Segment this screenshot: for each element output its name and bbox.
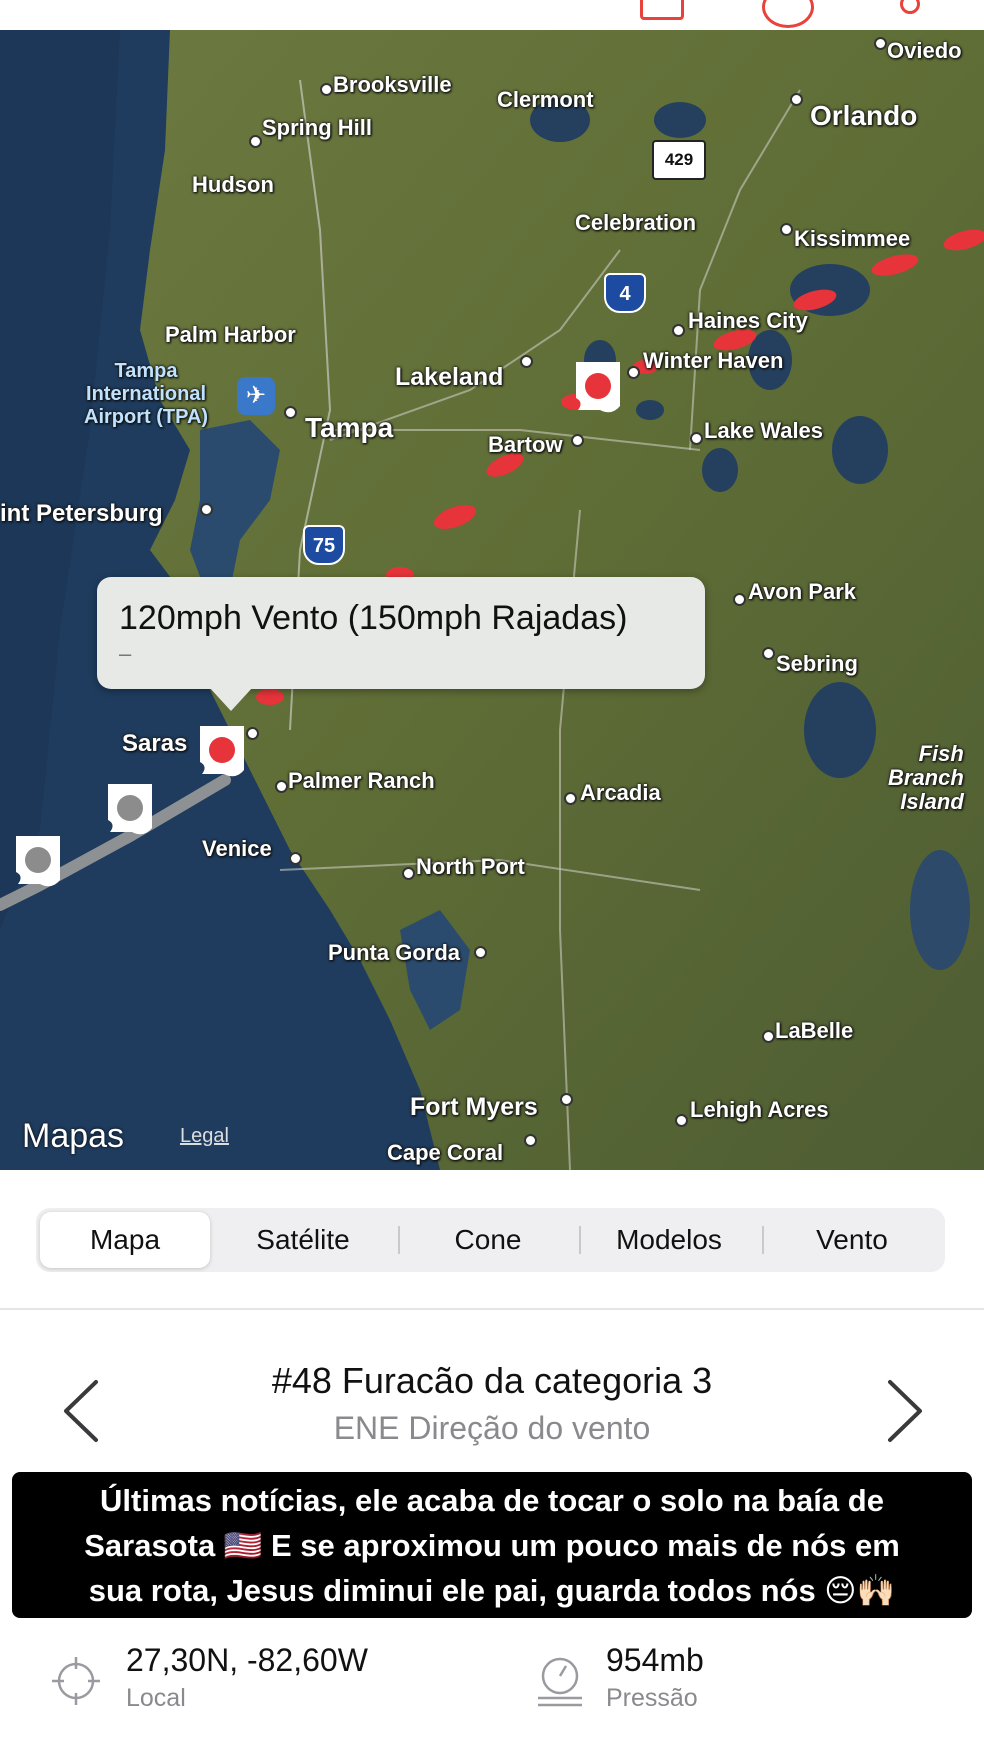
airport-label: Tampa International Airport (TPA) (84, 360, 208, 429)
city-label: Hudson (192, 172, 274, 197)
island-label-line: Fish (918, 741, 964, 766)
city-dot (762, 1030, 775, 1043)
city-label: Bartow (488, 432, 563, 457)
city-label: Fort Myers (410, 1093, 538, 1121)
city-dot (320, 83, 333, 96)
caption-line: Últimas notícias, ele acaba de tocar o s… (100, 1483, 884, 1518)
island-label: Fish Branch Island (888, 742, 964, 814)
location-value: 27,30N, -82,60W (126, 1642, 368, 1678)
city-label: Avon Park (748, 579, 857, 604)
divider (0, 1308, 984, 1310)
airport-label-line: Tampa (114, 360, 178, 382)
city-label: Orlando (810, 100, 918, 131)
city-label: Palm Harbor (165, 322, 296, 347)
city-label: Venice (202, 836, 272, 861)
city-dot (675, 1114, 688, 1127)
location-label: Local (126, 1684, 186, 1712)
hurricane-marker-current[interactable] (196, 722, 250, 782)
island-label-line: Branch (888, 765, 964, 790)
city-dot (474, 946, 487, 959)
hurricane-marker-current[interactable] (572, 358, 626, 418)
city-dot (874, 37, 887, 50)
city-dot (780, 223, 793, 236)
city-dot (249, 135, 262, 148)
pressure-value: 954mb (606, 1642, 704, 1678)
hurricane-marker-past[interactable] (12, 832, 66, 892)
caption-line: sua rota, Jesus diminui ele pai, guarda … (88, 1573, 896, 1608)
city-label: Celebration (575, 210, 697, 235)
callout-title: 120mph Vento (150mph Rajadas) (119, 599, 628, 637)
city-label: Saras (122, 730, 188, 757)
callout-subtitle: – (119, 641, 132, 666)
segment-satelite[interactable]: Satélite (218, 1212, 388, 1268)
storm-callout[interactable]: 120mph Vento (150mph Rajadas) – (97, 577, 705, 711)
calendar-icon[interactable] (640, 0, 684, 20)
legal-link[interactable]: Legal (180, 1125, 229, 1148)
island-label-line: Island (900, 789, 964, 814)
city-label: Lake Wales (704, 418, 824, 443)
airport-label-line: International (86, 383, 207, 405)
city-label: Tampa (305, 412, 394, 443)
segment-modelos[interactable]: Modelos (581, 1212, 757, 1268)
highway-shield: 429 (652, 140, 706, 180)
city-label: Haines City (688, 308, 808, 333)
city-label: Arcadia (580, 780, 661, 805)
city-dot (733, 593, 746, 606)
city-label: Palmer Ranch (288, 768, 435, 793)
segment-mapa[interactable]: Mapa (40, 1212, 210, 1268)
city-label: Spring Hill (262, 115, 372, 140)
top-bar (0, 0, 984, 30)
hurricane-marker-past[interactable] (104, 780, 158, 840)
city-dot (560, 1093, 573, 1106)
city-dot (200, 503, 213, 516)
city-dot (762, 647, 775, 660)
clock-icon[interactable] (762, 0, 814, 28)
city-label: Kissimmee (794, 226, 911, 251)
caption-line: Sarasota 🇺🇸 E se aproximou um pouco mais… (84, 1528, 900, 1563)
city-label: Clermont (497, 87, 594, 112)
city-label: North Port (416, 854, 525, 879)
crosshair-icon (52, 1657, 100, 1705)
maps-logo-text: Mapas (22, 1117, 125, 1155)
city-dot (284, 406, 297, 419)
interstate-shield: 75 (303, 525, 345, 565)
city-label: Lakeland (395, 363, 504, 391)
city-dot (564, 792, 577, 805)
segment-cone[interactable]: Cone (400, 1212, 576, 1268)
city-dot (520, 355, 533, 368)
map-type-segmented-control: Mapa Satélite Cone Modelos Vento (36, 1208, 945, 1272)
city-label: Oviedo (887, 38, 962, 63)
city-dot (524, 1134, 537, 1147)
city-dot (275, 780, 288, 793)
storm-title: #48 Furacão da categoria 3 (271, 1360, 713, 1401)
city-label: Brooksville (333, 72, 452, 97)
city-dot (672, 324, 685, 337)
city-dot (690, 432, 703, 445)
city-label: Winter Haven (643, 348, 784, 373)
city-label: Sebring (776, 651, 858, 676)
city-label: LaBelle (775, 1018, 854, 1043)
share-icon[interactable] (900, 0, 920, 14)
city-dot (571, 434, 584, 447)
city-dot (402, 867, 415, 880)
barometer-icon (538, 1657, 582, 1707)
city-dot (790, 93, 803, 106)
airport-label-line: Airport (TPA) (84, 406, 209, 428)
city-label: Lehigh Acres (690, 1097, 829, 1122)
interstate-shield: 4 (604, 273, 646, 313)
storm-subtitle: ENE Direção do vento (333, 1410, 651, 1446)
city-label: int Petersburg (0, 500, 163, 527)
airport-icon[interactable]: ✈ (237, 377, 275, 415)
apple-maps-logo: Mapas (22, 1117, 124, 1156)
pressure-label: Pressão (606, 1684, 698, 1712)
city-label: Cape Coral (387, 1140, 504, 1165)
city-label: Punta Gorda (328, 940, 461, 965)
city-dot (627, 366, 640, 379)
city-dot (289, 852, 302, 865)
map-view[interactable]: Oviedo Brooksville Clermont Orlando Spri… (0, 30, 984, 1170)
segment-vento[interactable]: Vento (764, 1212, 940, 1268)
story-caption: Últimas notícias, ele acaba de tocar o s… (12, 1472, 972, 1618)
